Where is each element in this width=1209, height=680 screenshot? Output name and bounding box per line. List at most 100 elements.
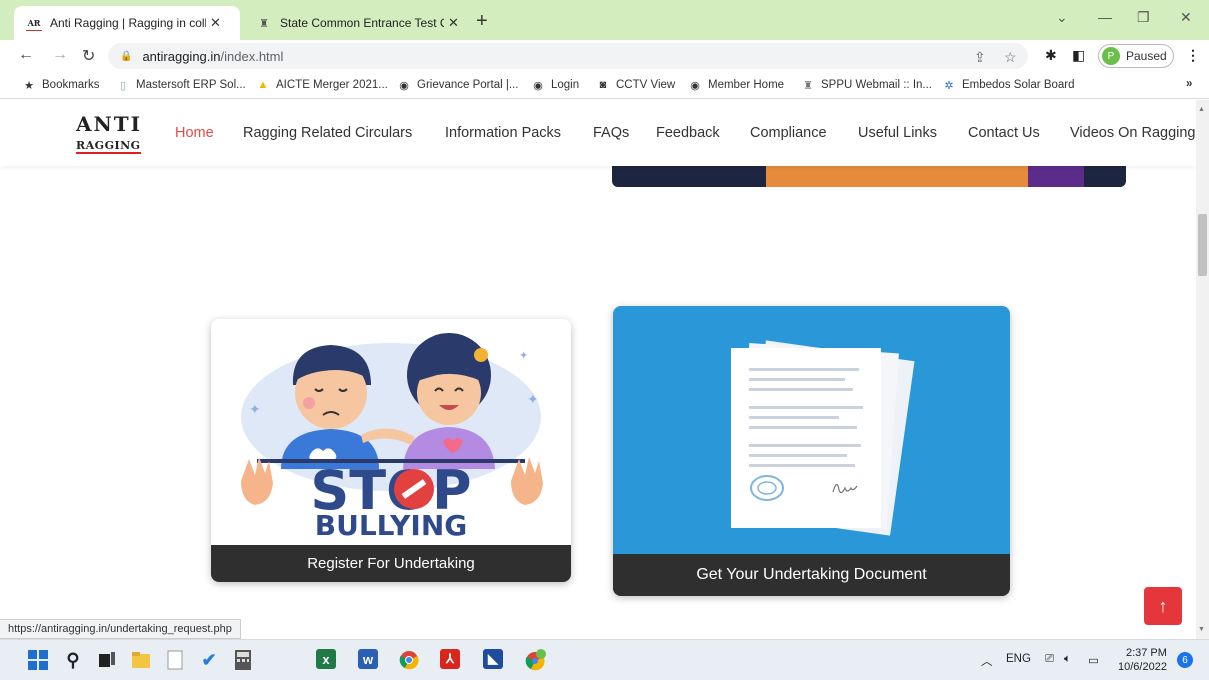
lock-icon: 🔒 <box>120 50 133 62</box>
bookmark-label: Login <box>551 79 580 91</box>
svg-text:✦: ✦ <box>527 391 539 407</box>
side-panel-icon[interactable]: ◧ <box>1072 47 1085 64</box>
address-bar[interactable]: 🔒 antiragging.in/index.html ⇪ ☆ <box>108 43 1028 69</box>
page-viewport: ANTI RAGGING Home Ragging Related Circul… <box>0 100 1196 639</box>
nav-information-packs[interactable]: Information Packs <box>445 125 561 141</box>
bookmark-item-embedos[interactable]: ✲ Embedos Solar Board <box>942 78 1075 92</box>
nav-feedback[interactable]: Feedback <box>656 125 720 141</box>
bookmark-star-icon[interactable]: ☆ <box>1004 49 1017 66</box>
nav-ragging-related-circulars[interactable]: Ragging Related Circulars <box>243 125 412 141</box>
tab-strip: AR Anti Ragging | Ragging in college ✕ ♜… <box>0 0 1209 40</box>
nav-videos-on-ragging[interactable]: Videos On Ragging <box>1070 125 1196 141</box>
bookmark-item-aicte[interactable]: ▲ AICTE Merger 2021... <box>256 78 388 92</box>
bookmarks-overflow-button[interactable]: » <box>1186 78 1192 90</box>
site-logo[interactable]: ANTI RAGGING <box>76 114 146 154</box>
banner-stripe <box>1028 166 1084 187</box>
profile-status: Paused <box>1126 49 1167 63</box>
reload-icon[interactable]: ↻ <box>82 46 95 66</box>
forward-icon[interactable]: → <box>52 46 68 64</box>
bookmark-label: Embedos Solar Board <box>962 79 1075 91</box>
search-icon[interactable]: ⚲ <box>62 649 84 671</box>
undertaking-document-caption[interactable]: Get Your Undertaking Document <box>613 554 1010 596</box>
bookmark-item-mastersoft[interactable]: ▯ Mastersoft ERP Sol... <box>116 78 246 92</box>
svg-text:✦: ✦ <box>249 401 261 417</box>
close-icon[interactable]: ✕ <box>448 15 459 31</box>
file-explorer-icon[interactable] <box>130 649 152 671</box>
network-icon[interactable]: ⎚ <box>1045 653 1054 666</box>
bookmark-label: CCTV View <box>616 79 676 91</box>
logo-text-top: ANTI <box>76 112 143 136</box>
nav-faqs[interactable]: FAQs <box>593 125 629 141</box>
tab-anti-ragging[interactable]: AR Anti Ragging | Ragging in college ✕ <box>14 6 240 40</box>
page-scrollbar[interactable]: ▲ ▼ <box>1196 100 1209 639</box>
site-navbar: ANTI RAGGING Home Ragging Related Circul… <box>0 100 1196 166</box>
system-clock[interactable]: 2:37 PM 10/6/2022 <box>1118 646 1167 674</box>
undertaking-document-card[interactable]: Get Your Undertaking Document <box>613 306 1010 596</box>
input-language[interactable]: ENG <box>1006 653 1031 665</box>
logo-text-bottom: RAGGING <box>76 139 141 154</box>
gear-icon: ✲ <box>944 79 954 92</box>
restore-button[interactable]: ❐ <box>1137 9 1150 26</box>
bookmark-item-cctv[interactable]: ◙ CCTV View <box>596 78 676 92</box>
bookmark-item-login[interactable]: ◉ Login <box>531 78 579 92</box>
excel-icon[interactable]: x <box>316 649 336 669</box>
nav-home[interactable]: Home <box>175 125 214 141</box>
share-icon[interactable]: ⇪ <box>974 49 986 66</box>
tab-search-icon[interactable]: ⌄ <box>1056 9 1068 26</box>
extensions-puzzle-icon[interactable]: ✱ <box>1045 47 1057 64</box>
notepad-icon[interactable] <box>164 649 186 671</box>
scroll-up-arrow-icon[interactable]: ▲ <box>1198 106 1205 113</box>
bookmark-label: SPPU Webmail :: In... <box>821 79 932 91</box>
chrome-icon[interactable] <box>398 649 420 671</box>
scroll-down-arrow-icon[interactable]: ▼ <box>1198 626 1205 633</box>
url-path: /index.html <box>220 48 284 64</box>
clock-date: 10/6/2022 <box>1118 661 1167 673</box>
tray-overflow-chevron-icon[interactable]: ︿ <box>981 653 993 669</box>
scroll-to-top-button[interactable]: ↑ <box>1144 587 1182 625</box>
battery-icon[interactable]: ▭ <box>1088 653 1099 667</box>
nav-compliance[interactable]: Compliance <box>750 125 827 141</box>
menu-kebab-icon[interactable]: ⋮ <box>1186 47 1200 64</box>
chrome-profile-icon[interactable] <box>525 649 547 671</box>
close-icon[interactable]: ✕ <box>210 15 221 31</box>
start-windows-icon[interactable] <box>27 649 49 671</box>
drive-icon: ▲ <box>257 79 269 91</box>
task-view-icon[interactable] <box>96 649 118 671</box>
bookmark-item-sppu-webmail[interactable]: ♜ SPPU Webmail :: In... <box>801 78 932 92</box>
close-window-button[interactable]: ✕ <box>1180 9 1192 26</box>
link-status-bar: https://antiragging.in/undertaking_reque… <box>0 619 241 639</box>
bookmark-item-bookmarks[interactable]: ★ Bookmarks <box>22 78 99 92</box>
camera-icon: ◙ <box>599 79 607 91</box>
profile-button[interactable]: P Paused <box>1098 44 1174 68</box>
stop-bullying-illustration: ✦ ✦ ✦ STOP BULLYING <box>241 333 543 542</box>
nav-contact-us[interactable]: Contact Us <box>968 125 1040 141</box>
banner-stripe <box>766 166 1028 187</box>
nav-useful-links[interactable]: Useful Links <box>858 125 937 141</box>
back-icon[interactable]: ← <box>18 46 34 64</box>
notification-badge[interactable]: 6 <box>1177 652 1193 668</box>
calculator-icon[interactable] <box>232 649 254 671</box>
bookmark-item-grievance[interactable]: ◉ Grievance Portal |... <box>397 78 518 92</box>
volume-muted-icon[interactable]: 🔈︎ <box>1064 653 1071 666</box>
new-tab-button[interactable]: + <box>476 10 488 33</box>
document-stack-illustration <box>731 340 915 536</box>
bookmark-item-member-home[interactable]: ◉ Member Home <box>688 78 784 92</box>
minimize-button[interactable]: — <box>1098 9 1112 25</box>
bookmark-label: Grievance Portal |... <box>417 79 519 91</box>
url-host: antiragging.in <box>142 48 221 64</box>
word-icon[interactable]: w <box>358 649 378 669</box>
todo-check-icon[interactable]: ✔ <box>198 649 220 671</box>
scrollbar-thumb[interactable] <box>1198 214 1207 276</box>
tab-state-cet-cell[interactable]: ♜ State Common Entrance Test Cell ✕ <box>244 6 468 40</box>
register-undertaking-card[interactable]: ✦ ✦ ✦ STOP BULLYING Register For Underta… <box>211 319 571 582</box>
bookmark-label: Member Home <box>708 79 785 91</box>
register-undertaking-caption[interactable]: Register For Undertaking <box>211 545 571 582</box>
university-icon: ♜ <box>803 79 813 92</box>
globe-icon: ◉ <box>399 79 409 92</box>
anti-ragging-favicon-icon: AR <box>26 15 42 31</box>
avatar: P <box>1102 47 1120 65</box>
globe-icon: ◉ <box>533 79 543 92</box>
star-icon: ★ <box>24 79 34 92</box>
acrobat-icon[interactable]: ⅄ <box>440 649 460 669</box>
document-app-icon[interactable]: ◣ <box>483 649 503 669</box>
